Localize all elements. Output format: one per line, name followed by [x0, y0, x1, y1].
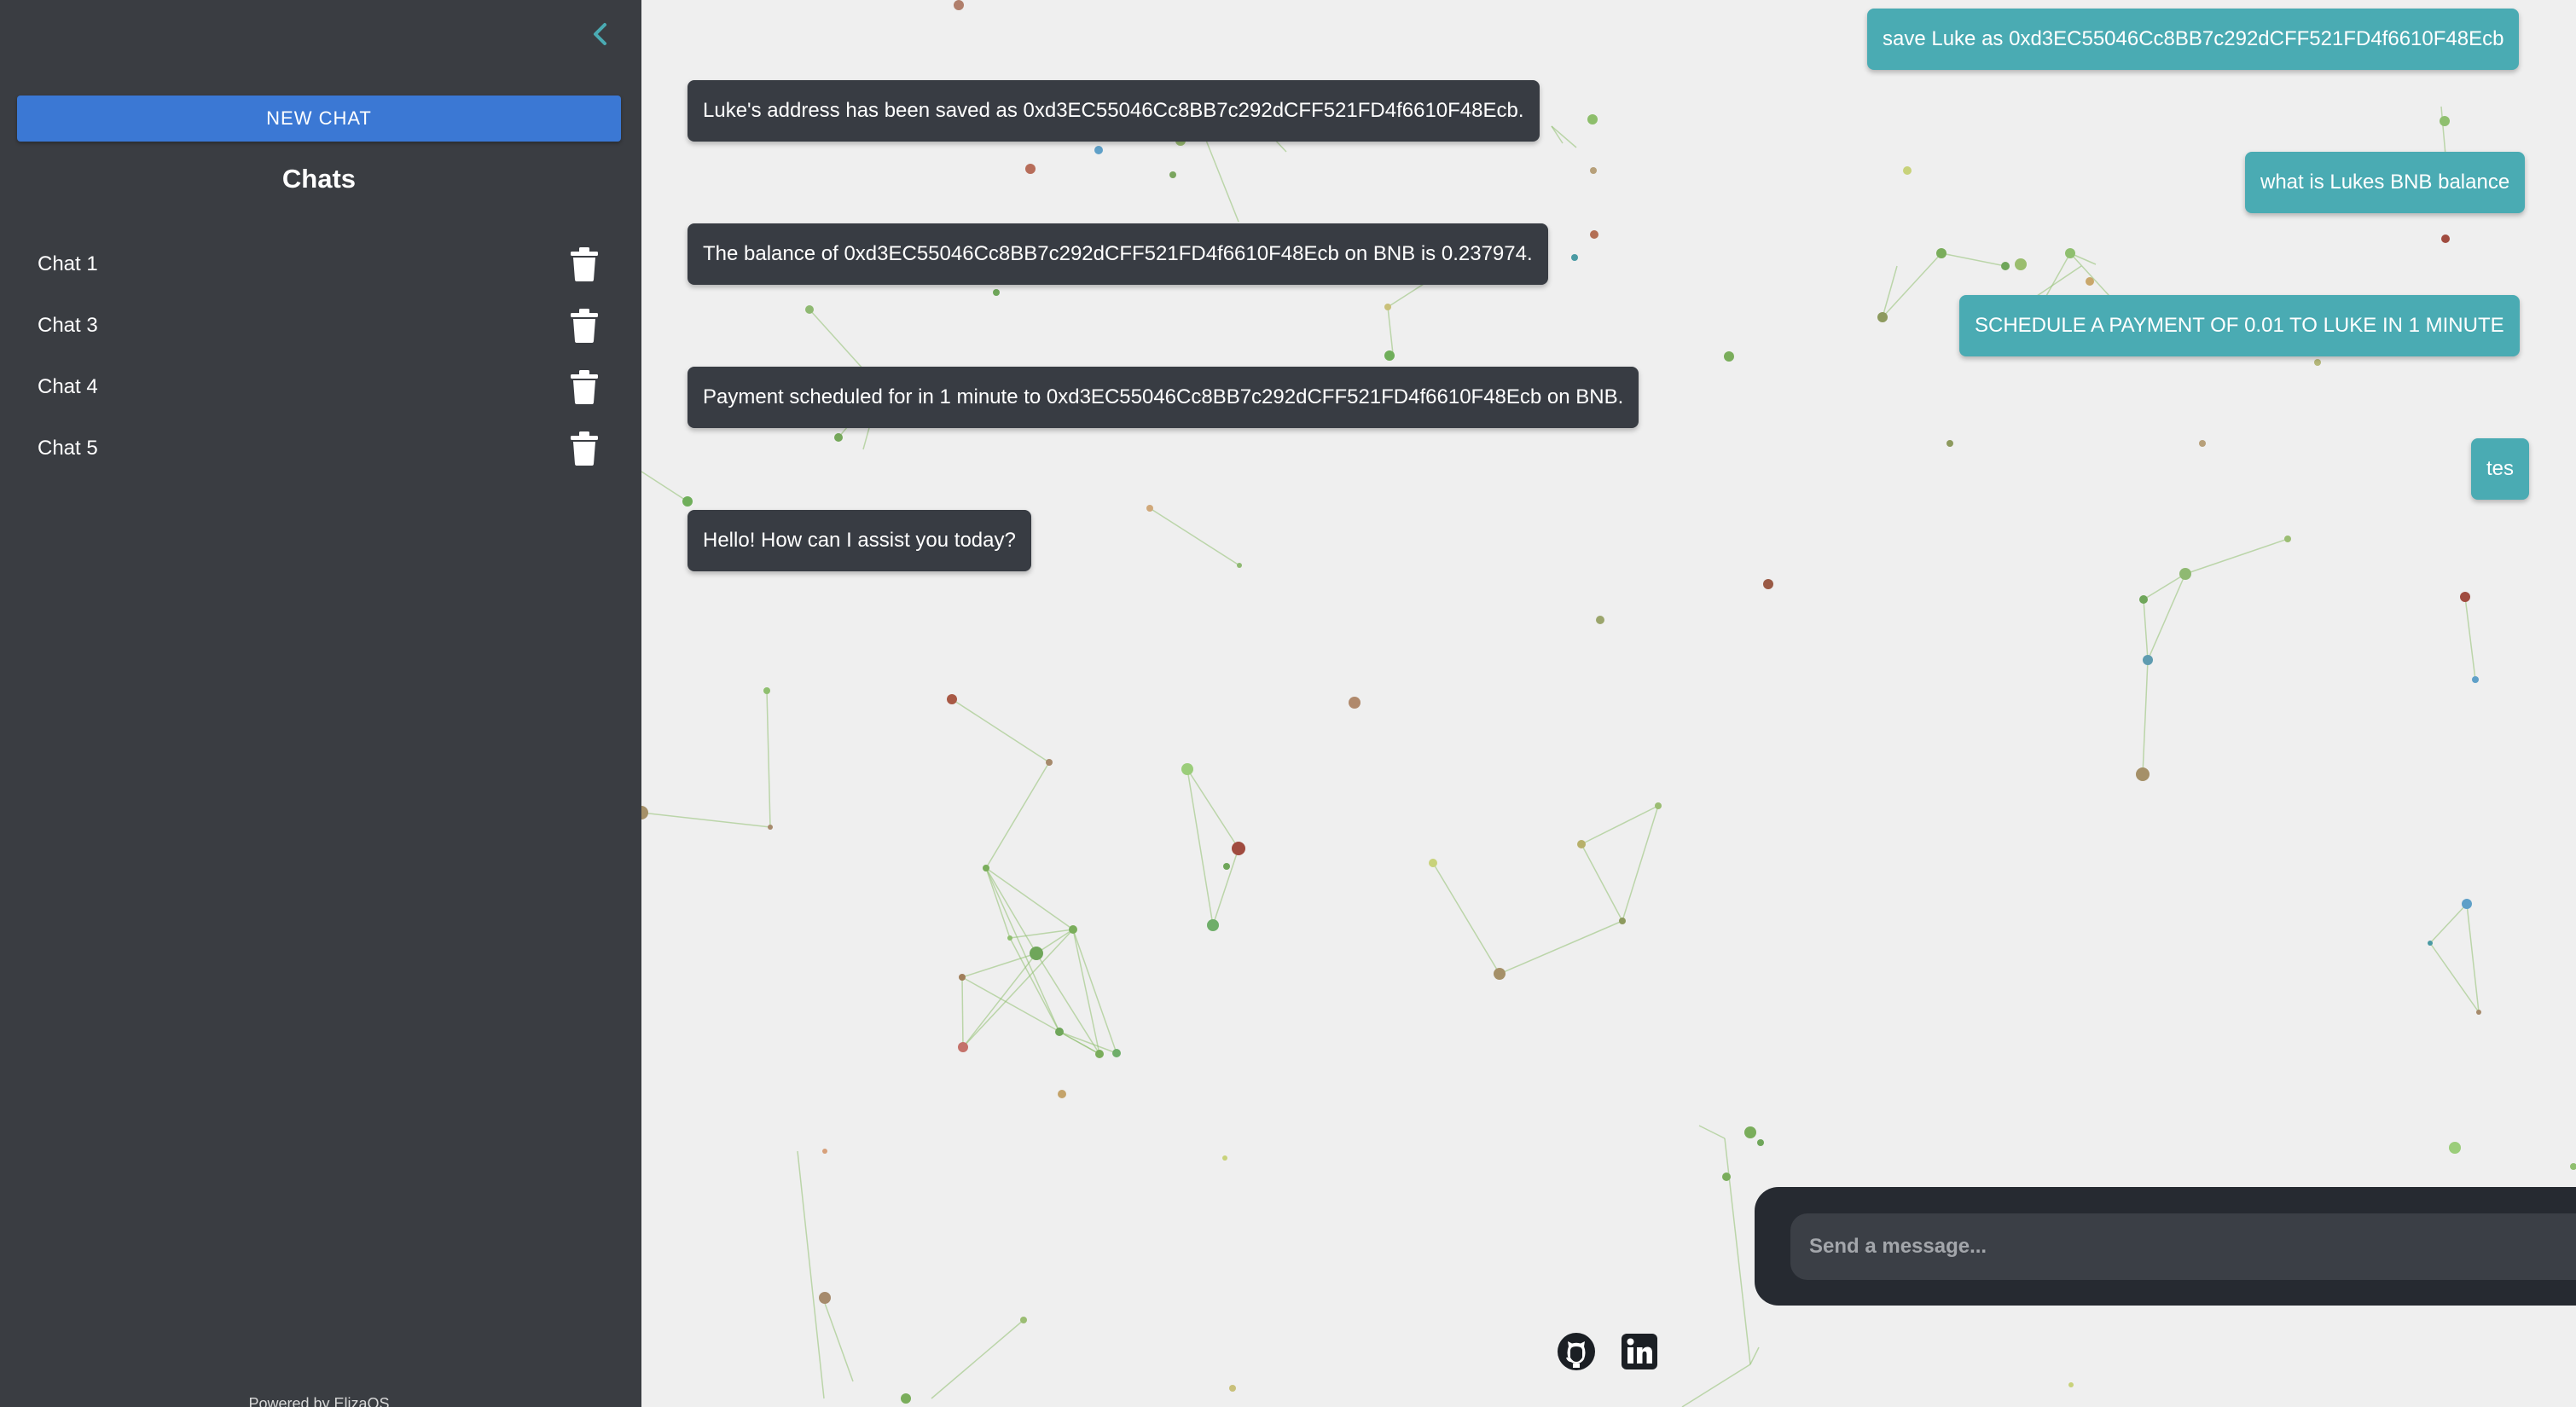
chat-list: Chat 1 Chat 3 Chat 4 Chat 5	[0, 234, 641, 479]
bot-message: Luke's address has been saved as 0xd3EC5…	[688, 80, 1540, 142]
linkedin-icon[interactable]	[1620, 1332, 1659, 1371]
chats-heading: Chats	[281, 164, 357, 194]
chat-item-label: Chat 3	[38, 314, 98, 337]
user-message: tes	[2471, 438, 2530, 500]
sidebar: NEW CHAT Chats Chat 1 Chat 3 Chat 4 Chat…	[0, 0, 641, 1407]
chat-item-label: Chat 1	[38, 252, 98, 275]
bot-message: The balance of 0xd3EC55046Cc8BB7c292dCFF…	[688, 223, 1548, 285]
bot-message: Hello! How can I assist you today?	[688, 510, 1031, 571]
user-message: save Luke as 0xd3EC55046Cc8BB7c292dCFF52…	[1867, 9, 2520, 70]
powered-by-text: Powered by ElizaOS	[248, 1395, 390, 1407]
collapse-sidebar-button[interactable]	[587, 19, 612, 49]
chat-item-3[interactable]: Chat 3	[0, 295, 641, 356]
chat-item-label: Chat 5	[38, 437, 98, 460]
github-icon[interactable]	[1557, 1332, 1596, 1371]
chat-item-4[interactable]: Chat 4	[0, 356, 641, 418]
chevron-left-icon	[594, 23, 606, 45]
chat-area: save Luke as 0xd3EC55046Cc8BB7c292dCFF52…	[641, 0, 2576, 1407]
bot-message: Payment scheduled for in 1 minute to 0xd…	[688, 367, 1639, 428]
trash-icon[interactable]	[570, 370, 599, 404]
user-message: SCHEDULE A PAYMENT OF 0.01 TO LUKE IN 1 …	[1959, 295, 2520, 356]
trash-icon[interactable]	[570, 431, 599, 466]
trash-icon[interactable]	[570, 247, 599, 281]
message-composer	[1755, 1187, 2576, 1306]
message-input[interactable]	[1790, 1213, 2576, 1280]
user-message: what is Lukes BNB balance	[2245, 152, 2526, 213]
chat-item-label: Chat 4	[38, 375, 98, 398]
chat-item-1[interactable]: Chat 1	[0, 234, 641, 295]
trash-icon[interactable]	[570, 309, 599, 343]
new-chat-button[interactable]: NEW CHAT	[17, 96, 621, 142]
chat-item-5[interactable]: Chat 5	[0, 418, 641, 479]
